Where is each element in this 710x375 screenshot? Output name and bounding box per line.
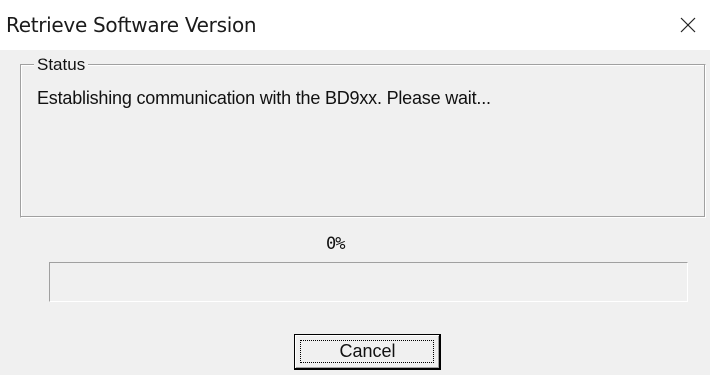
cancel-button-label: Cancel [339, 341, 396, 361]
window-title: Retrieve Software Version [6, 13, 257, 37]
title-bar[interactable]: Retrieve Software Version [0, 0, 710, 50]
cancel-button[interactable]: Cancel [294, 334, 441, 370]
progress-bar [49, 262, 688, 302]
progress-percent: 0% [326, 234, 346, 254]
dialog-window: Retrieve Software Version Status Establi… [0, 0, 710, 375]
status-group-label: Status [34, 55, 89, 75]
status-message: Establishing communication with the BD9x… [37, 88, 491, 108]
close-button[interactable] [664, 0, 710, 50]
close-icon [680, 17, 696, 33]
